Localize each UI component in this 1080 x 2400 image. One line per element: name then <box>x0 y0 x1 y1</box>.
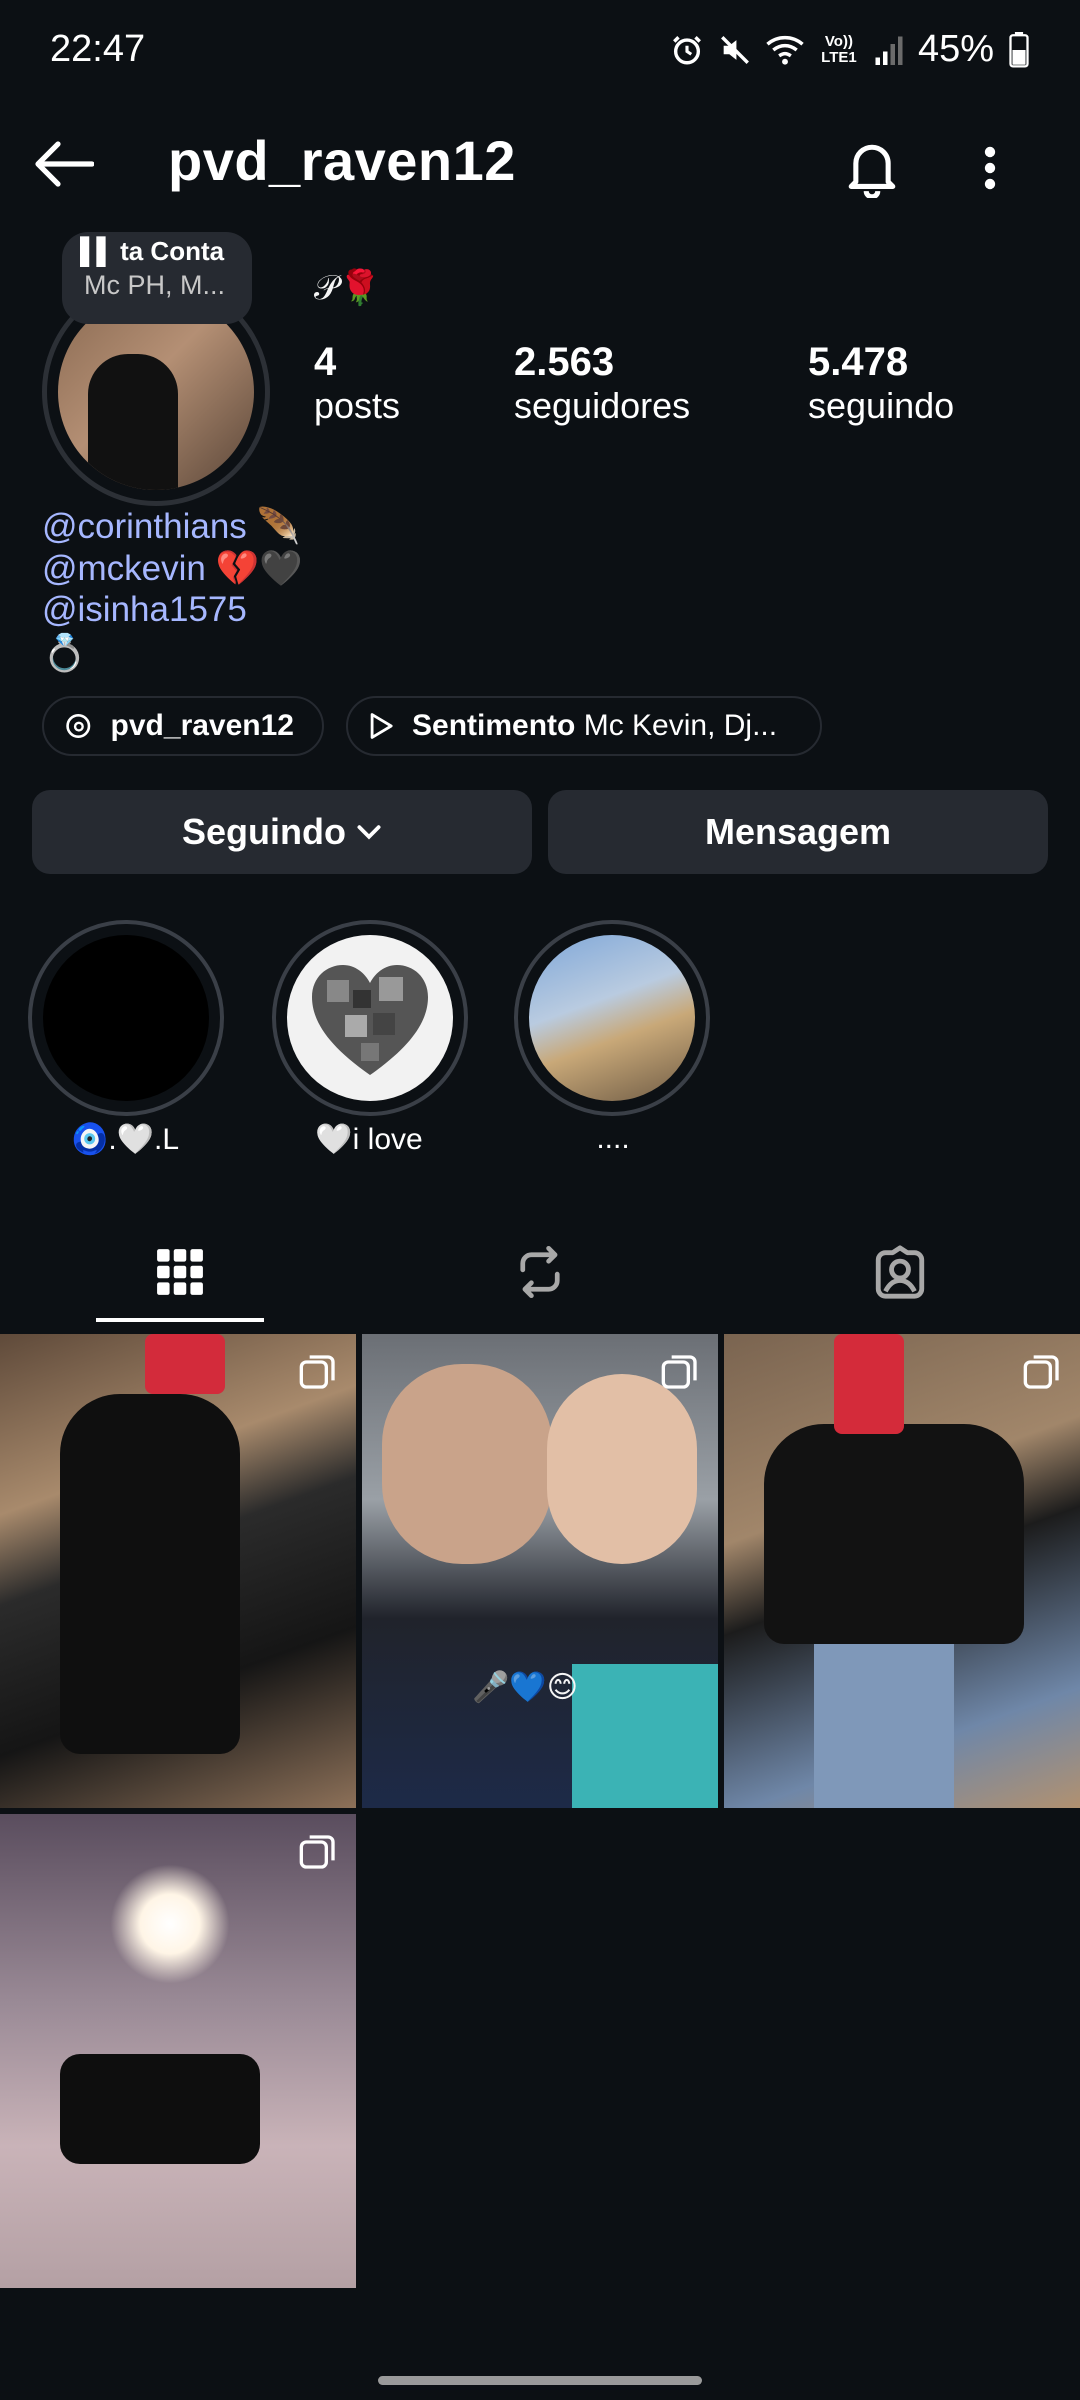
wifi-icon <box>766 33 804 67</box>
threads-chip[interactable]: pvd_raven12 <box>42 696 324 756</box>
status-icons: Vo)) LTE1 45% <box>670 28 1030 71</box>
bio-mention-isinha[interactable]: @isinha1575 <box>42 590 247 630</box>
post-2[interactable]: 🎤💙😊 <box>362 1334 718 1808</box>
posts-label: posts <box>314 385 401 426</box>
posts-count: 4 <box>314 340 337 384</box>
multiple-photos-icon <box>298 1352 338 1397</box>
home-indicator[interactable] <box>378 2376 702 2385</box>
tab-reposts[interactable] <box>360 1222 720 1322</box>
multiple-photos-icon <box>660 1352 700 1397</box>
battery-icon <box>1008 31 1030 68</box>
following-label: seguindo <box>808 385 955 426</box>
mute-icon <box>718 33 752 67</box>
music-title: Sentimento <box>412 709 576 742</box>
threads-icon <box>66 713 91 739</box>
play-icon <box>370 713 393 739</box>
post-4[interactable] <box>0 1814 356 2288</box>
highlight-label-2: 🤍i love <box>315 1123 423 1156</box>
music-text: Sentimento Mc Kevin, Dj... <box>412 709 777 743</box>
message-button-label: Mensagem <box>704 811 892 852</box>
post-1[interactable] <box>0 1334 356 1808</box>
multiple-photos-icon <box>298 1832 338 1877</box>
following-stat[interactable]: 5.478 seguindo <box>808 340 954 427</box>
more-options-button[interactable] <box>960 128 1020 208</box>
alarm-icon <box>670 33 704 67</box>
highlight-3[interactable] <box>529 935 695 1101</box>
bio-emoji: 💍 <box>42 632 87 673</box>
bio-mention-corinthians[interactable]: @corinthians 🪶 <box>42 506 300 547</box>
back-arrow-icon <box>35 141 94 187</box>
notifications-button[interactable] <box>832 128 912 208</box>
following-count: 5.478 <box>808 340 909 384</box>
note-title: ▌▌ ta Conta <box>80 236 225 266</box>
profile-emoji: 𝒫🌹 <box>314 269 381 307</box>
active-tab-indicator <box>96 1318 264 1322</box>
tagged-icon <box>875 1245 925 1299</box>
threads-handle: pvd_raven12 <box>110 709 294 742</box>
tab-tagged[interactable] <box>720 1222 1080 1322</box>
network-label: Vo)) LTE1 <box>821 32 857 66</box>
note-subtitle: Mc PH, M... <box>84 270 225 300</box>
status-time: 22:47 <box>50 28 146 70</box>
multiple-photos-icon <box>1022 1352 1062 1397</box>
reposts-icon <box>520 1245 560 1299</box>
heart-collage-icon <box>312 965 428 1075</box>
posts-stat[interactable]: 4 posts <box>314 340 400 427</box>
following-button-label: Seguindo <box>182 811 346 852</box>
post-3[interactable] <box>724 1334 1080 1808</box>
followers-count: 2.563 <box>514 340 615 384</box>
tab-posts-grid[interactable] <box>0 1222 360 1322</box>
highlight-1[interactable] <box>43 935 209 1101</box>
followers-label: seguidores <box>514 385 691 426</box>
music-artist: Mc Kevin, Dj... <box>583 709 778 742</box>
post-caption: 🎤💙😊 <box>472 1671 578 1704</box>
followers-stat[interactable]: 2.563 seguidores <box>514 340 690 427</box>
bell-icon <box>848 144 896 198</box>
back-button[interactable] <box>28 128 100 200</box>
message-button[interactable]: Mensagem <box>548 790 1048 874</box>
highlight-label-1: 🧿.🤍.L <box>70 1123 180 1156</box>
page-title: pvd_raven12 <box>168 129 516 192</box>
music-chip[interactable]: Sentimento Mc Kevin, Dj... <box>346 696 822 756</box>
more-vertical-icon <box>984 146 996 190</box>
signal-icon <box>874 33 904 67</box>
bars-icon: ▌▌ <box>80 236 115 266</box>
chevron-down-icon <box>357 825 381 840</box>
grid-icon <box>157 1249 203 1295</box>
following-button[interactable]: Seguindo <box>32 790 532 874</box>
bio-mention-mckevin[interactable]: @mckevin 💔🖤 <box>42 548 303 589</box>
highlight-2[interactable] <box>287 935 453 1101</box>
highlight-label-3: .... <box>596 1122 630 1155</box>
battery-percent: 45% <box>917 28 994 70</box>
